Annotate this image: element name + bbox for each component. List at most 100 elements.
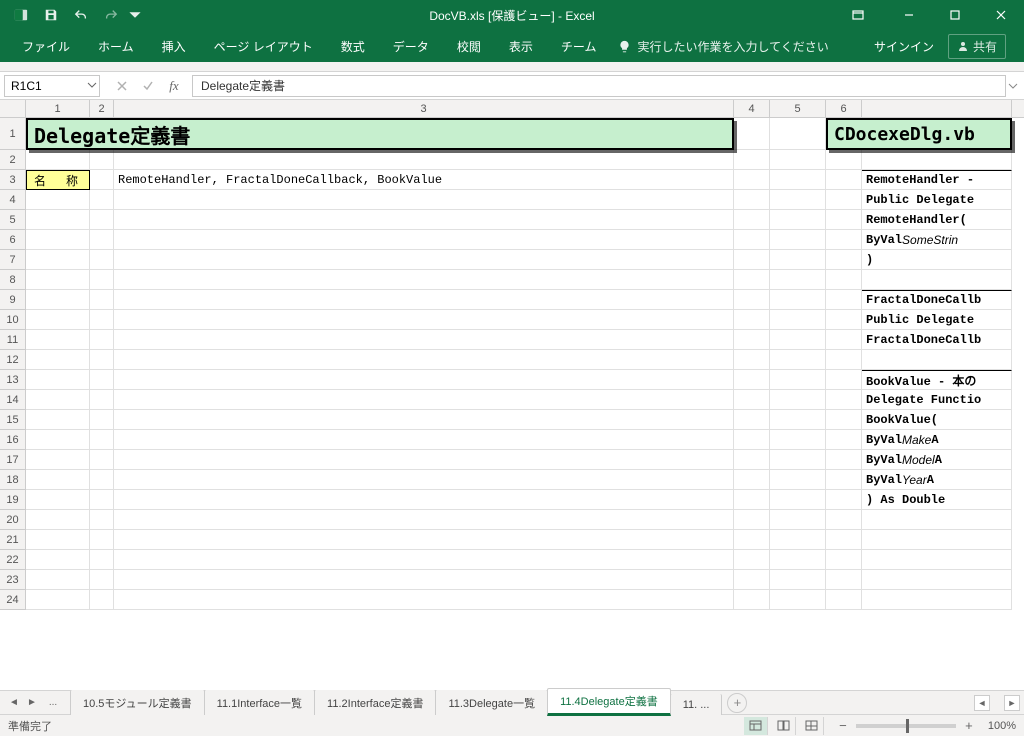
cell[interactable] bbox=[26, 590, 90, 610]
sheet-tab[interactable]: 10.5モジュール定義書 bbox=[70, 690, 205, 715]
insert-function-button[interactable]: fx bbox=[162, 75, 186, 97]
cell[interactable] bbox=[90, 390, 114, 410]
minimize-button[interactable] bbox=[886, 0, 932, 30]
cell[interactable] bbox=[734, 330, 770, 350]
cell[interactable] bbox=[26, 310, 90, 330]
row-header[interactable]: 17 bbox=[0, 450, 26, 470]
cell[interactable] bbox=[734, 230, 770, 250]
cell[interactable] bbox=[26, 350, 90, 370]
sheet-tab[interactable]: 11.2Interface定義書 bbox=[314, 690, 436, 715]
cell[interactable] bbox=[770, 590, 826, 610]
code-cell[interactable]: Public Delegate bbox=[862, 190, 1012, 210]
code-cell[interactable] bbox=[862, 550, 1012, 570]
cell[interactable] bbox=[734, 510, 770, 530]
cell[interactable] bbox=[770, 490, 826, 510]
code-cell[interactable]: RemoteHandler - bbox=[862, 170, 1012, 190]
column-header[interactable]: 6 bbox=[826, 100, 862, 117]
cell[interactable] bbox=[114, 570, 734, 590]
cell[interactable] bbox=[770, 250, 826, 270]
cell[interactable] bbox=[90, 530, 114, 550]
tab-data[interactable]: データ bbox=[379, 30, 443, 62]
cell[interactable] bbox=[114, 510, 734, 530]
code-cell[interactable] bbox=[862, 590, 1012, 610]
cell[interactable] bbox=[90, 250, 114, 270]
row-header[interactable]: 1 bbox=[0, 118, 26, 150]
maximize-button[interactable] bbox=[932, 0, 978, 30]
cell[interactable] bbox=[826, 530, 862, 550]
code-cell[interactable]: BookValue( bbox=[862, 410, 1012, 430]
code-cell[interactable]: Delegate Functio bbox=[862, 390, 1012, 410]
cell[interactable] bbox=[26, 450, 90, 470]
column-header[interactable]: 1 bbox=[26, 100, 90, 117]
cell[interactable] bbox=[90, 290, 114, 310]
code-cell[interactable] bbox=[862, 570, 1012, 590]
cell[interactable] bbox=[734, 590, 770, 610]
cell[interactable] bbox=[734, 570, 770, 590]
cell[interactable] bbox=[826, 230, 862, 250]
row-header[interactable]: 3 bbox=[0, 170, 26, 190]
cell[interactable] bbox=[114, 450, 734, 470]
cell[interactable] bbox=[770, 550, 826, 570]
cell[interactable] bbox=[734, 370, 770, 390]
code-cell[interactable]: BookValue - 本の bbox=[862, 370, 1012, 390]
column-header[interactable] bbox=[862, 100, 1012, 117]
cell[interactable] bbox=[26, 410, 90, 430]
cell[interactable] bbox=[734, 118, 770, 150]
first-sheet-icon[interactable]: ◄ bbox=[6, 697, 22, 708]
cell[interactable] bbox=[114, 330, 734, 350]
tab-review[interactable]: 校閲 bbox=[443, 30, 495, 62]
cell[interactable] bbox=[826, 210, 862, 230]
expand-formula-bar-icon[interactable] bbox=[1008, 80, 1018, 94]
cell[interactable] bbox=[90, 230, 114, 250]
cell[interactable] bbox=[734, 410, 770, 430]
column-header[interactable]: 4 bbox=[734, 100, 770, 117]
cell[interactable] bbox=[114, 270, 734, 290]
cell[interactable] bbox=[90, 550, 114, 570]
zoom-slider[interactable]: − + bbox=[836, 719, 976, 733]
cell[interactable] bbox=[734, 530, 770, 550]
cell[interactable] bbox=[26, 530, 90, 550]
cell[interactable] bbox=[90, 370, 114, 390]
cell[interactable] bbox=[734, 310, 770, 330]
scroll-right-icon[interactable]: ► bbox=[1004, 695, 1020, 711]
cell[interactable] bbox=[26, 390, 90, 410]
tell-me-search[interactable]: 実行したい作業を入力してください bbox=[618, 38, 828, 55]
row-header[interactable]: 6 bbox=[0, 230, 26, 250]
cell[interactable] bbox=[770, 150, 826, 170]
cell[interactable] bbox=[26, 150, 90, 170]
cell[interactable] bbox=[734, 170, 770, 190]
normal-view-button[interactable] bbox=[744, 717, 768, 735]
cell[interactable] bbox=[90, 270, 114, 290]
row-header[interactable]: 22 bbox=[0, 550, 26, 570]
cell[interactable] bbox=[734, 490, 770, 510]
cell[interactable] bbox=[734, 290, 770, 310]
cell[interactable] bbox=[770, 510, 826, 530]
redo-button[interactable] bbox=[98, 3, 124, 27]
cell[interactable] bbox=[826, 150, 862, 170]
qat-customize-icon[interactable] bbox=[128, 3, 142, 27]
cell[interactable] bbox=[26, 490, 90, 510]
code-cell[interactable] bbox=[862, 350, 1012, 370]
row-header[interactable]: 10 bbox=[0, 310, 26, 330]
cell[interactable] bbox=[26, 430, 90, 450]
sheet-tab[interactable]: 11.1Interface一覧 bbox=[204, 690, 315, 715]
row-header[interactable]: 11 bbox=[0, 330, 26, 350]
cell[interactable] bbox=[826, 250, 862, 270]
column-header[interactable]: 2 bbox=[90, 100, 114, 117]
cell[interactable] bbox=[770, 170, 826, 190]
code-cell[interactable]: RemoteHandler( bbox=[862, 210, 1012, 230]
cell[interactable] bbox=[114, 430, 734, 450]
cell[interactable] bbox=[26, 190, 90, 210]
tab-view[interactable]: 表示 bbox=[495, 30, 547, 62]
formula-input[interactable]: Delegate定義書 bbox=[192, 75, 1006, 97]
cell[interactable] bbox=[114, 410, 734, 430]
code-cell[interactable]: ) As Double bbox=[862, 490, 1012, 510]
name-label-cell[interactable]: 名 称 bbox=[26, 170, 90, 190]
cell[interactable] bbox=[26, 250, 90, 270]
ribbon-display-options[interactable] bbox=[840, 0, 876, 30]
cell[interactable] bbox=[770, 350, 826, 370]
sheet-title-cell[interactable]: Delegate定義書 bbox=[26, 118, 734, 150]
cell[interactable] bbox=[90, 430, 114, 450]
cell[interactable] bbox=[770, 210, 826, 230]
save-button[interactable] bbox=[38, 3, 64, 27]
